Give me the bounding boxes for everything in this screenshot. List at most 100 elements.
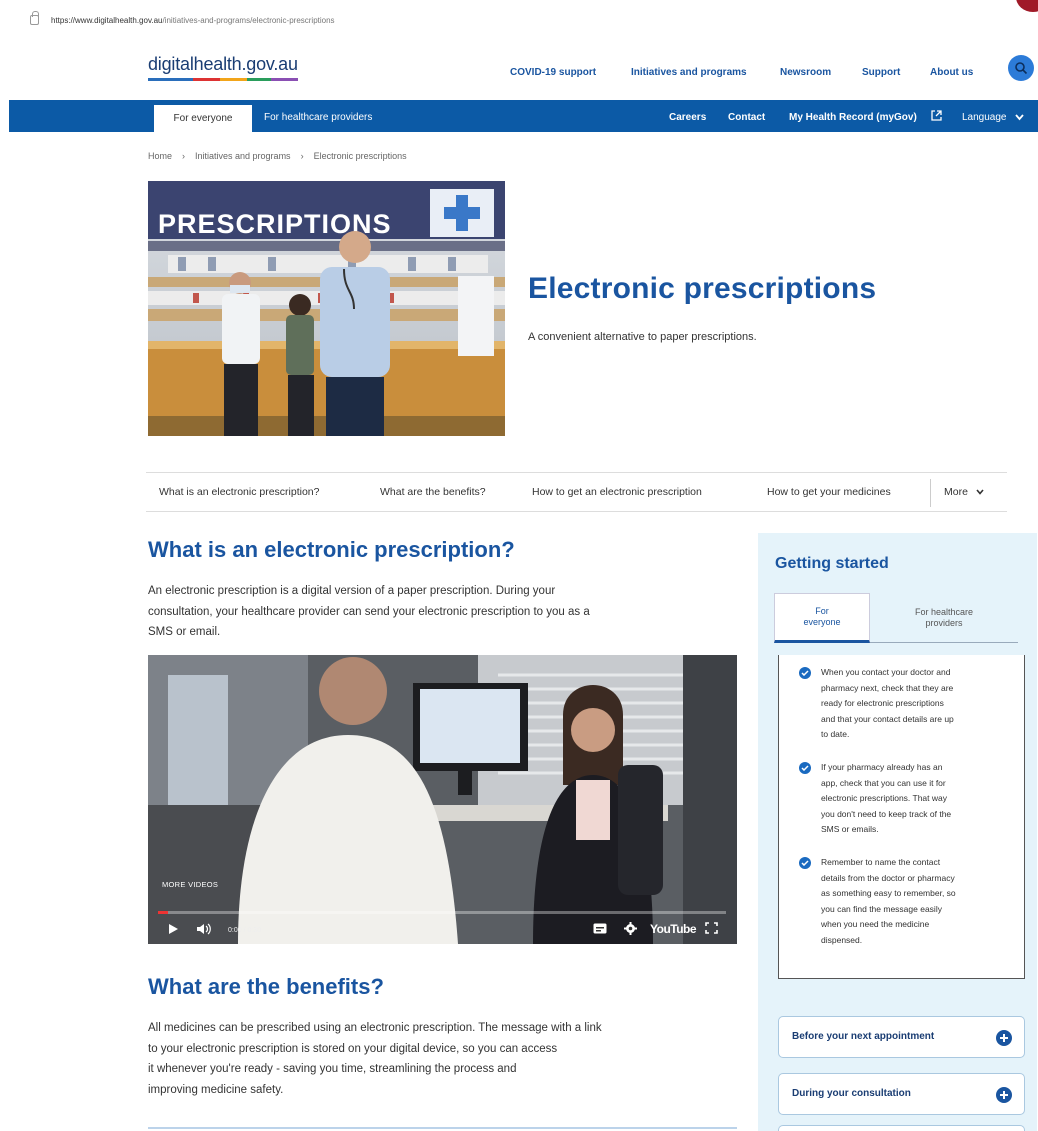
sidebar-title: Getting started bbox=[775, 555, 889, 572]
video-thumbnail bbox=[148, 655, 737, 944]
check-circle-icon bbox=[799, 667, 811, 679]
checklist-line: electronic prescriptions. That way bbox=[821, 793, 947, 803]
breadcrumb-separator-icon: › bbox=[300, 151, 304, 161]
sidebar-tab-panel: When you contact your doctor and pharmac… bbox=[778, 655, 1025, 979]
paragraph-line: it whenever you're ready - saving you ti… bbox=[148, 1063, 517, 1075]
sidebar-tab-label: For healthcare bbox=[914, 606, 974, 617]
paragraph-line: An electronic prescription is a digital … bbox=[148, 585, 556, 597]
video-time: 0:00 / 0:30 bbox=[228, 927, 262, 934]
sidebar-tab-label: providers bbox=[925, 617, 963, 628]
sidebar-tab-label: everyone bbox=[803, 617, 841, 627]
tab-for-healthcare-providers[interactable]: For healthcare providers bbox=[264, 112, 372, 123]
accordion-next-partial[interactable] bbox=[778, 1125, 1025, 1131]
plus-circle-icon bbox=[996, 1030, 1012, 1046]
page-subtitle: A convenient alternative to paper prescr… bbox=[528, 331, 757, 343]
pagenav-divider bbox=[930, 479, 931, 507]
captions-icon[interactable] bbox=[593, 923, 607, 934]
nav-initiatives[interactable]: Initiatives and programs bbox=[631, 67, 747, 78]
accordion-before-appointment[interactable]: Before your next appointment bbox=[778, 1016, 1025, 1058]
site-header: digitalhealth.gov.au COVID-19 support In… bbox=[0, 40, 1038, 100]
more-videos-label[interactable]: MORE VIDEOS bbox=[162, 880, 218, 889]
accordion-label: During your consultation bbox=[792, 1088, 911, 1099]
sidebar-tab-for-healthcare-providers[interactable]: For healthcare providers bbox=[870, 593, 1018, 643]
paragraph-line: to your electronic prescription is store… bbox=[148, 1042, 558, 1055]
youtube-logo[interactable]: YouTube bbox=[650, 922, 697, 936]
check-circle-icon bbox=[799, 762, 811, 774]
checklist-line: you can find the message easily bbox=[821, 903, 942, 914]
section-what-is-text: An electronic prescription is a digital … bbox=[148, 581, 590, 643]
checklist-line: When you contact your doctor and bbox=[821, 667, 951, 677]
accordion-during-consultation[interactable]: During your consultation bbox=[778, 1073, 1025, 1115]
checklist-line: and that your contact details are up bbox=[821, 713, 954, 724]
breadcrumb-separator-icon: › bbox=[182, 151, 186, 161]
link-careers[interactable]: Careers bbox=[669, 112, 706, 123]
checklist-line: details from the doctor or pharmacy bbox=[821, 872, 955, 883]
checklist-line: SMS or emails. bbox=[821, 824, 879, 834]
checklist-line: Remember to name the contact bbox=[821, 857, 941, 867]
checklist-line: you don't need to keep track of the bbox=[821, 808, 952, 819]
video-player[interactable]: MORE VIDEOS 0:00 / 0:30 YouTube bbox=[148, 655, 737, 944]
checklist-item: Remember to name the contact details fro… bbox=[799, 855, 1014, 948]
volume-icon[interactable] bbox=[196, 923, 212, 935]
section-divider bbox=[148, 1127, 737, 1129]
hero-pharmacy-image: PRESCRIPTIONS bbox=[148, 181, 505, 436]
checklist-line: to date. bbox=[821, 729, 850, 739]
pagenav-how-to-get-medicines[interactable]: How to get your medicines bbox=[767, 486, 891, 498]
breadcrumb-initiatives[interactable]: Initiatives and programs bbox=[195, 151, 291, 161]
checklist-line: If your pharmacy already has an bbox=[821, 762, 943, 772]
pagenav-what-is[interactable]: What is an electronic prescription? bbox=[159, 486, 320, 498]
plus-circle-icon bbox=[996, 1087, 1012, 1103]
video-progress-bar[interactable] bbox=[158, 911, 726, 914]
tab-for-everyone[interactable]: For everyone bbox=[154, 105, 252, 132]
pagenav-more-button[interactable]: More bbox=[944, 486, 984, 498]
sidebar-tab-label: For bbox=[815, 606, 829, 616]
chevron-down-icon bbox=[1015, 114, 1024, 121]
paragraph-line: consultation, your healthcare provider c… bbox=[148, 605, 590, 618]
checklist-item: If your pharmacy already has an app, che… bbox=[799, 760, 1014, 838]
sidebar-tab-for-everyone[interactable]: For everyone bbox=[774, 593, 870, 643]
fullscreen-icon[interactable] bbox=[705, 922, 718, 934]
site-logo[interactable]: digitalhealth.gov.au bbox=[148, 54, 298, 75]
paragraph-line: SMS or email. bbox=[148, 626, 221, 638]
pagenav-how-to-get-prescription[interactable]: How to get an electronic prescription bbox=[532, 486, 702, 498]
breadcrumb-home[interactable]: Home bbox=[148, 151, 172, 161]
play-icon[interactable] bbox=[168, 923, 179, 935]
section-heading-benefits: What are the benefits? bbox=[148, 974, 384, 999]
breadcrumb: Home › Initiatives and programs › Electronic… bbox=[148, 151, 407, 161]
checklist-line: ready for electronic prescriptions bbox=[821, 698, 944, 708]
in-page-nav: What is an electronic prescription? What… bbox=[146, 472, 1007, 512]
check-circle-icon bbox=[799, 857, 811, 869]
checklist-item: When you contact your doctor and pharmac… bbox=[799, 665, 1014, 743]
external-link-icon bbox=[931, 110, 942, 121]
url-host: https://www.digitalhealth.gov.au bbox=[51, 15, 163, 25]
checklist-line: app, check that you can use it for bbox=[821, 777, 946, 788]
nav-about-us[interactable]: About us bbox=[930, 67, 973, 78]
url-path: /initiatives-and-programs/electronic-pre… bbox=[162, 15, 335, 25]
section-benefits-text: All medicines can be prescribed using an… bbox=[148, 1018, 602, 1100]
gear-icon[interactable] bbox=[624, 922, 637, 935]
section-heading-what-is: What is an electronic prescription? bbox=[148, 537, 515, 562]
page-info-icon[interactable] bbox=[30, 11, 39, 25]
checklist-line: pharmacy next, check that they are bbox=[821, 682, 954, 693]
paragraph-line: improving medicine safety. bbox=[148, 1083, 284, 1096]
nav-support[interactable]: Support bbox=[862, 67, 900, 78]
checklist-line: as something easy to remember, so bbox=[821, 888, 956, 898]
search-icon bbox=[1015, 62, 1028, 75]
breadcrumb-current: Electronic prescriptions bbox=[313, 151, 407, 161]
page-title: Electronic prescriptions bbox=[528, 272, 877, 305]
checklist-line: when you need the medicine bbox=[821, 919, 930, 929]
nav-covid-support[interactable]: COVID-19 support bbox=[510, 67, 596, 78]
checklist-line: dispensed. bbox=[821, 934, 863, 945]
search-button[interactable] bbox=[1008, 55, 1034, 81]
chevron-down-icon bbox=[976, 489, 984, 495]
accordion-label: Before your next appointment bbox=[792, 1031, 935, 1042]
pagenav-benefits[interactable]: What are the benefits? bbox=[380, 486, 486, 498]
logo-colour-bar bbox=[148, 78, 298, 81]
getting-started-sidebar: Getting started For everyone For healthca… bbox=[758, 533, 1037, 1131]
paragraph-line: All medicines can be prescribed using an… bbox=[148, 1022, 602, 1034]
link-my-health-record[interactable]: My Health Record (myGov) bbox=[789, 112, 917, 123]
nav-newsroom[interactable]: Newsroom bbox=[780, 67, 831, 78]
language-selector[interactable]: Language bbox=[962, 112, 1007, 123]
link-contact[interactable]: Contact bbox=[728, 112, 765, 123]
address-bar[interactable]: https://www.digitalhealth.gov.au/initiat… bbox=[0, 0, 1038, 40]
